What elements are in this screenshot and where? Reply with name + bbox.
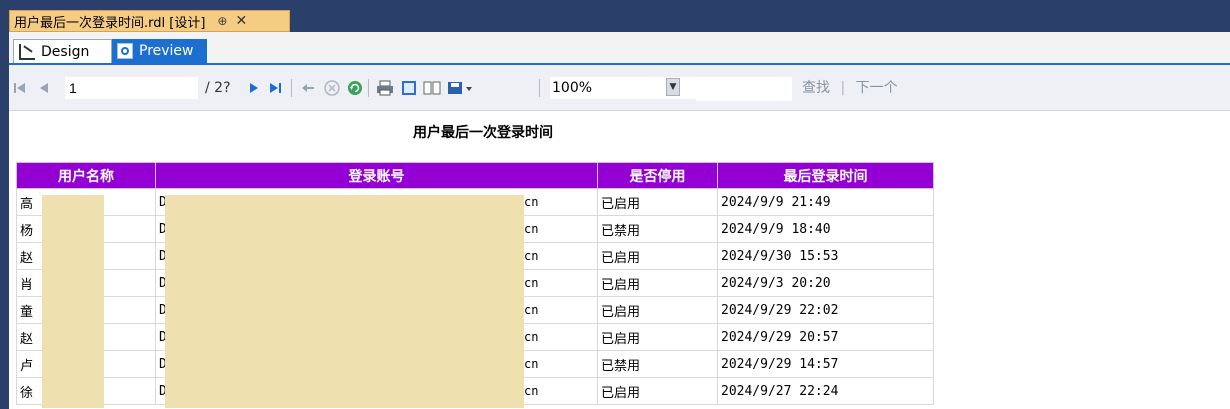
chevron-down-icon[interactable]: ▼ (666, 78, 680, 96)
cell-status-text: 已禁用 (601, 358, 641, 374)
page-count: / 2? (205, 80, 231, 96)
find-separator: | (840, 80, 846, 96)
cell-last-login-text: 2024/9/3 20:20 (721, 275, 831, 291)
cell-last-login: 2024/9/30 15:53 (717, 242, 934, 270)
cell-status-text: 已启用 (601, 385, 641, 401)
cell-last-login: 2024/9/9 18:40 (717, 215, 934, 243)
cell-status: 已启用 (597, 242, 718, 270)
column-header-username: 用户名称 (16, 162, 156, 189)
cell-last-login-text: 2024/9/9 18:40 (721, 221, 831, 237)
tab-design-label: Design (41, 43, 90, 60)
cell-status: 已启用 (597, 188, 718, 216)
find-next-label: 下一个 (855, 80, 898, 96)
print-icon[interactable] (375, 77, 395, 99)
ide-frame-left (0, 0, 9, 409)
cell-status-text: 已禁用 (601, 223, 641, 239)
stop-icon[interactable] (323, 77, 341, 99)
report-designer-surface: Design Preview / 2? (9, 32, 1230, 409)
redaction-block-accounts (165, 195, 524, 408)
cell-status: 已启用 (597, 296, 718, 324)
view-tab-bar: Design Preview (9, 32, 1230, 65)
cell-username-text: 徐 (20, 385, 34, 401)
cell-status: 已禁用 (597, 350, 718, 378)
toolbar-separator (539, 79, 540, 97)
cell-status: 已启用 (597, 377, 718, 405)
column-header-account: 登录账号 (155, 162, 598, 189)
document-tab-title: 用户最后一次登录时间.rdl [设计] (14, 15, 206, 31)
cell-account-suffix: cn (524, 195, 539, 209)
back-icon[interactable] (300, 77, 316, 99)
pin-icon[interactable]: ⊕ (217, 14, 227, 28)
cell-last-login-text: 2024/9/29 22:02 (721, 302, 839, 318)
cell-status: 已启用 (597, 269, 718, 297)
report-title: 用户最后一次登录时间 (413, 125, 553, 141)
page-number-input[interactable] (65, 77, 198, 99)
previous-page-icon[interactable] (37, 77, 51, 99)
cell-last-login-text: 2024/9/30 15:53 (721, 248, 839, 264)
cell-account-suffix: cn (524, 303, 539, 317)
tab-preview-label: Preview (139, 43, 194, 59)
cell-username-text: 卢 (20, 358, 34, 374)
design-icon (19, 43, 35, 60)
cell-last-login: 2024/9/27 22:24 (717, 377, 934, 405)
column-header-status: 是否停用 (597, 162, 718, 189)
cell-status: 已启用 (597, 323, 718, 351)
column-header-last-login: 最后登录时间 (717, 162, 934, 189)
cell-username-text: 肖 (20, 277, 34, 293)
preview-icon (117, 43, 133, 59)
cell-last-login-text: 2024/9/27 22:24 (721, 383, 839, 399)
table-header-row: 用户名称 登录账号 是否停用 最后登录时间 (16, 162, 934, 189)
cell-username-text: 赵 (20, 331, 34, 347)
toolbar-separator (291, 79, 292, 97)
page-setup-icon[interactable] (422, 77, 442, 99)
redaction-block-names (42, 195, 104, 408)
last-page-icon[interactable] (267, 77, 283, 99)
close-icon[interactable]: ✕ (235, 13, 247, 29)
toolbar-separator (368, 79, 369, 97)
cell-last-login-text: 2024/9/9 21:49 (721, 194, 831, 210)
tab-design[interactable]: Design (13, 39, 112, 63)
cell-last-login: 2024/9/3 20:20 (717, 269, 934, 297)
cell-username-text: 童 (20, 304, 34, 320)
next-page-icon[interactable] (247, 77, 261, 99)
cell-username-text: 高 (20, 196, 34, 212)
first-page-icon[interactable] (13, 77, 27, 99)
cell-last-login: 2024/9/29 22:02 (717, 296, 934, 324)
export-icon[interactable] (446, 77, 474, 99)
document-tab[interactable]: 用户最后一次登录时间.rdl [设计] ⊕ ✕ (9, 10, 290, 32)
find-button[interactable]: 查找 | 下一个 (802, 77, 898, 99)
cell-last-login: 2024/9/9 21:49 (717, 188, 934, 216)
cell-status-text: 已启用 (601, 250, 641, 266)
report-toolbar: / 2? 100% ▼ (9, 65, 1230, 111)
refresh-icon[interactable] (346, 77, 364, 99)
cell-username-text: 赵 (20, 250, 34, 266)
cell-last-login-text: 2024/9/29 14:57 (721, 356, 839, 372)
tab-preview[interactable]: Preview (112, 39, 207, 63)
cell-account-suffix: cn (524, 222, 539, 236)
print-layout-icon[interactable] (399, 77, 419, 99)
cell-account-suffix: cn (524, 330, 539, 344)
zoom-value: 100% (552, 80, 593, 96)
cell-status: 已禁用 (597, 215, 718, 243)
cell-username-text: 杨 (20, 223, 34, 239)
cell-last-login: 2024/9/29 20:57 (717, 323, 934, 351)
find-input[interactable] (696, 77, 792, 101)
cell-account-suffix: cn (524, 357, 539, 371)
find-label: 查找 (802, 80, 830, 96)
cell-status-text: 已启用 (601, 331, 641, 347)
document-tab-strip: 用户最后一次登录时间.rdl [设计] ⊕ ✕ (0, 0, 1230, 32)
cell-status-text: 已启用 (601, 277, 641, 293)
cell-last-login: 2024/9/29 14:57 (717, 350, 934, 378)
cell-account-suffix: cn (524, 249, 539, 263)
cell-account-suffix: cn (524, 384, 539, 398)
cell-account-suffix: cn (524, 276, 539, 290)
cell-status-text: 已启用 (601, 196, 641, 212)
cell-status-text: 已启用 (601, 304, 641, 320)
cell-last-login-text: 2024/9/29 20:57 (721, 329, 839, 345)
